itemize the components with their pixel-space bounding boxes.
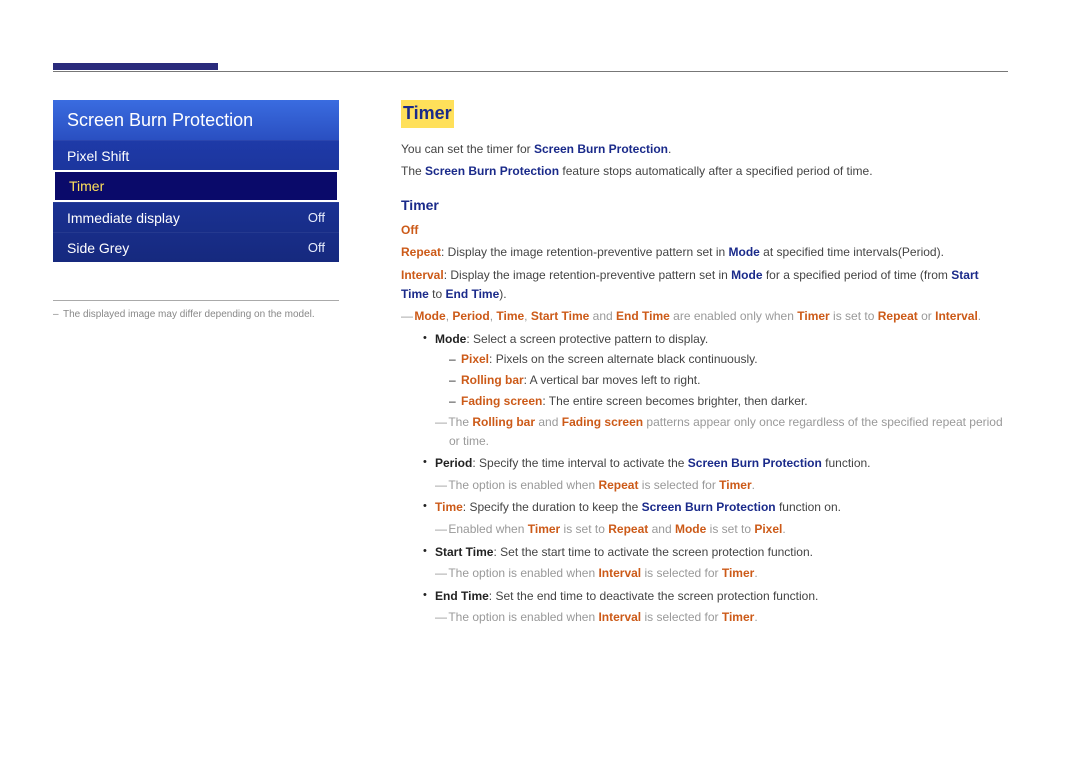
content-row: Screen Burn Protection Pixel Shift Timer… [53,52,1008,631]
section-heading: Timer [401,100,454,128]
options-list: Mode: Select a screen protective pattern… [423,330,1008,627]
option-interval: Interval: Display the image retention-pr… [401,266,1008,303]
note-period-enabled: The option is enabled when Repeat is sel… [435,476,1008,495]
option-start-time: Start Time: Set the start time to activa… [423,543,1008,583]
header-tab-accent [53,63,218,70]
osd-body: Pixel Shift Timer Immediate display Off … [53,140,339,262]
mode-sublist: Pixel: Pixels on the screen alternate bl… [449,350,1008,410]
header-rule [53,71,1008,72]
footnote-text: The displayed image may differ depending… [63,309,315,320]
note-patterns-once: The Rolling bar and Fading screen patter… [435,413,1008,450]
option-off: Off [401,221,1008,240]
osd-item-label: Pixel Shift [67,148,129,164]
osd-item-immediate-display[interactable]: Immediate display Off [53,202,339,232]
intro-line-1: You can set the timer for Screen Burn Pr… [401,140,1008,159]
right-column: Timer You can set the timer for Screen B… [401,100,1008,631]
mode-pixel: Pixel: Pixels on the screen alternate bl… [449,350,1008,369]
osd-item-timer[interactable]: Timer [53,170,339,202]
option-end-time: End Time: Set the end time to deactivate… [423,587,1008,627]
osd-menu: Screen Burn Protection Pixel Shift Timer… [53,100,339,262]
mode-rolling-bar: Rolling bar: A vertical bar moves left t… [449,371,1008,390]
osd-item-label: Side Grey [67,240,129,256]
osd-item-label: Timer [69,178,104,194]
option-repeat: Repeat: Display the image retention-prev… [401,243,1008,262]
option-mode: Mode: Select a screen protective pattern… [423,330,1008,451]
option-time: Time: Specify the duration to keep the S… [423,498,1008,538]
footnote: ‒The displayed image may differ dependin… [53,309,339,320]
option-period: Period: Specify the time interval to act… [423,454,1008,494]
osd-item-pixel-shift[interactable]: Pixel Shift [53,140,339,170]
osd-item-label: Immediate display [67,210,180,226]
osd-item-value: Off [308,210,325,225]
note-time-enabled: Enabled when Timer is set to Repeat and … [435,520,1008,539]
footnote-rule [53,300,339,301]
mode-fading-screen: Fading screen: The entire screen becomes… [449,392,1008,411]
osd-title: Screen Burn Protection [53,100,339,140]
osd-item-side-grey[interactable]: Side Grey Off [53,232,339,262]
note-start-enabled: The option is enabled when Interval is s… [435,564,1008,583]
note-enabled-conditions: Mode, Period, Time, Start Time and End T… [401,307,1008,326]
document-page: Screen Burn Protection Pixel Shift Timer… [0,0,1080,763]
subsection-heading: Timer [401,195,1008,217]
left-column: Screen Burn Protection Pixel Shift Timer… [53,100,339,631]
intro-line-2: The Screen Burn Protection feature stops… [401,162,1008,181]
note-end-enabled: The option is enabled when Interval is s… [435,608,1008,627]
osd-item-value: Off [308,240,325,255]
